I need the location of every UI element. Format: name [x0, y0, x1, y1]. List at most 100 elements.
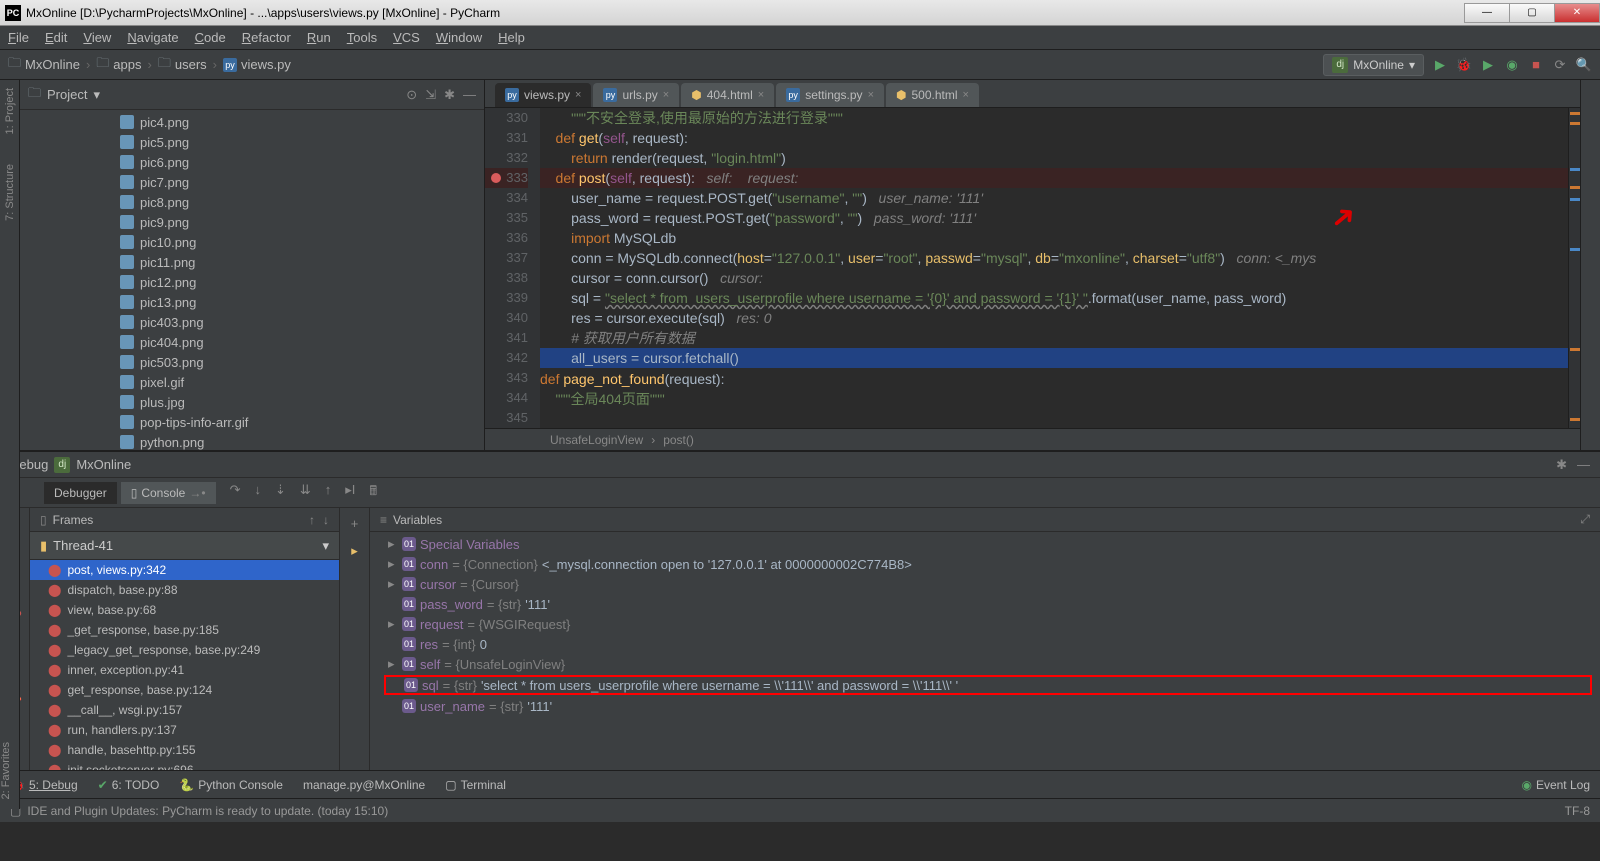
tree-file[interactable]: pic4.png [20, 112, 484, 132]
run-config-selector[interactable]: dj MxOnline ▾ [1323, 54, 1424, 76]
frame-item[interactable]: ⬤handle, basehttp.py:155 [30, 740, 339, 760]
maximize-button[interactable]: ▢ [1509, 3, 1555, 23]
debug-button[interactable]: 🐞 [1456, 57, 1472, 73]
frame-item[interactable]: ⬤post, views.py:342 [30, 560, 339, 580]
next-frame-icon[interactable]: ↓ [323, 513, 329, 527]
gear-icon[interactable]: ✱ [1556, 457, 1567, 473]
tab-500.html[interactable]: ⬢500.html× [886, 83, 979, 107]
breadcrumb-item[interactable]: 🗀users [158, 54, 207, 76]
variable-item[interactable]: ▸01 cursor = {Cursor} [370, 574, 1600, 594]
menu-tools[interactable]: Tools [347, 30, 377, 45]
variables-list[interactable]: ▸01 Special Variables▸01 conn = {Connect… [370, 532, 1600, 762]
stop-button[interactable]: ■ [1528, 57, 1544, 73]
tree-file[interactable]: pic9.png [20, 212, 484, 232]
tree-file[interactable]: pic6.png [20, 152, 484, 172]
tree-file[interactable]: plus.jpg [20, 392, 484, 412]
restore-icon[interactable]: ⤢ [1580, 512, 1590, 527]
bottombar-debug[interactable]: 🐞5: Debug [10, 778, 78, 792]
rail-project[interactable]: 1: Project [4, 88, 16, 134]
rail-structure[interactable]: 7: Structure [4, 164, 16, 221]
run-to-cursor-icon[interactable]: ▸I [345, 482, 355, 504]
tree-file[interactable]: python.png [20, 432, 484, 450]
search-everywhere-button[interactable]: 🔍 [1576, 57, 1592, 73]
tab-urls.py[interactable]: pyurls.py× [593, 83, 679, 107]
run-button[interactable]: ▶ [1432, 57, 1448, 73]
menu-edit[interactable]: Edit [45, 30, 67, 45]
variable-item[interactable]: ▸01 Special Variables [370, 534, 1600, 554]
prev-frame-icon[interactable]: ↑ [309, 513, 315, 527]
variable-item[interactable]: 01 user_name = {str} '111' [370, 696, 1600, 716]
frame-item[interactable]: ⬤get_response, base.py:124 [30, 680, 339, 700]
profile-button[interactable]: ◉ [1504, 57, 1520, 73]
console-tab[interactable]: ▯Console→• [121, 482, 216, 504]
hide-icon[interactable]: — [463, 87, 476, 103]
tree-file[interactable]: pic7.png [20, 172, 484, 192]
tab-views.py[interactable]: pyviews.py× [495, 83, 591, 107]
update-button[interactable]: ⟳ [1552, 57, 1568, 73]
tree-file[interactable]: pop-tips-info-arr.gif [20, 412, 484, 432]
code-editor[interactable]: """不安全登录,使用最原始的方法进行登录""" def get(self, r… [540, 108, 1568, 428]
close-button[interactable]: ✕ [1554, 3, 1600, 23]
menu-code[interactable]: Code [195, 30, 226, 45]
step-out-icon[interactable]: ↑ [325, 482, 332, 504]
tree-file[interactable]: pic503.png [20, 352, 484, 372]
tree-file[interactable]: pic404.png [20, 332, 484, 352]
step-into-icon[interactable]: ↓ [254, 482, 261, 504]
thread-selector[interactable]: ▮ Thread-41 ▾ [30, 532, 339, 560]
frame-item[interactable]: ⬤view, base.py:68 [30, 600, 339, 620]
minimize-button[interactable]: — [1464, 3, 1510, 23]
locate-icon[interactable]: ⊙ [406, 87, 417, 103]
variable-item[interactable]: 01 pass_word = {str} '111' [370, 594, 1600, 614]
frame-item[interactable]: ⬤_get_response, base.py:185 [30, 620, 339, 640]
debugger-tab[interactable]: Debugger [44, 482, 117, 504]
tree-file[interactable]: pic10.png [20, 232, 484, 252]
tree-file[interactable]: pic403.png [20, 312, 484, 332]
add-watch-icon[interactable]: + [351, 516, 359, 531]
breadcrumb-item[interactable]: 🗀apps [96, 54, 141, 76]
menu-vcs[interactable]: VCS [393, 30, 420, 45]
menu-refactor[interactable]: Refactor [242, 30, 291, 45]
variable-item[interactable]: 01 res = {int} 0 [370, 634, 1600, 654]
frame-item[interactable]: ⬤inner, exception.py:41 [30, 660, 339, 680]
menu-file[interactable]: File [8, 30, 29, 45]
tree-file[interactable]: pic8.png [20, 192, 484, 212]
editor-gutter[interactable]: 3303313323333343353363373383393403413423… [485, 108, 540, 428]
bottombar-eventlog[interactable]: ◉Event Log [1521, 778, 1590, 792]
step-into-my-icon[interactable]: ⇣ [275, 482, 286, 504]
bottombar-terminal[interactable]: ▢Terminal [445, 778, 506, 792]
frames-list[interactable]: ⬤post, views.py:342⬤dispatch, base.py:88… [30, 560, 339, 770]
bottombar-todo[interactable]: ✔6: TODO [98, 778, 160, 792]
step-over-icon[interactable]: ↷ [230, 482, 241, 504]
collapse-icon[interactable]: ⇲ [425, 87, 436, 103]
rail-favorites[interactable]: 2: Favorites [0, 742, 19, 799]
bc-class[interactable]: UnsafeLoginView [550, 433, 643, 447]
evaluate-icon[interactable]: 🖩 [369, 482, 377, 504]
tree-file[interactable]: pic12.png [20, 272, 484, 292]
bottombar-pyconsole[interactable]: 🐍Python Console [179, 778, 283, 792]
variable-item[interactable]: ▸01 self = {UnsafeLoginView} [370, 654, 1600, 674]
tree-file[interactable]: pixel.gif [20, 372, 484, 392]
bottombar-manage[interactable]: manage.py@MxOnline [303, 778, 425, 792]
marker-strip[interactable] [1568, 108, 1580, 428]
frame-item[interactable]: ⬤dispatch, base.py:88 [30, 580, 339, 600]
variable-item[interactable]: 01 sql = {str} 'select * from users_user… [384, 675, 1592, 695]
frame-item[interactable]: ⬤_legacy_get_response, base.py:249 [30, 640, 339, 660]
menu-navigate[interactable]: Navigate [127, 30, 178, 45]
settings-icon[interactable]: ✱ [444, 87, 455, 103]
frame-item[interactable]: ⬤init socketserver py:696 [30, 760, 339, 770]
breadcrumb-item[interactable]: 🗀MxOnline [8, 54, 80, 76]
coverage-button[interactable]: ▶ [1480, 57, 1496, 73]
tab-settings.py[interactable]: pysettings.py× [776, 83, 884, 107]
variable-item[interactable]: ▸01 request = {WSGIRequest} [370, 614, 1600, 634]
chevron-down-icon[interactable]: ▾ [93, 87, 100, 103]
frame-item[interactable]: ⬤__call__, wsgi.py:157 [30, 700, 339, 720]
tab-404.html[interactable]: ⬢404.html× [681, 83, 774, 107]
bc-method[interactable]: post() [663, 433, 694, 447]
hide-icon[interactable]: — [1577, 457, 1590, 473]
breadcrumb-item[interactable]: pyviews.py [223, 57, 291, 72]
menu-run[interactable]: Run [307, 30, 331, 45]
tree-file[interactable]: pic11.png [20, 252, 484, 272]
force-step-icon[interactable]: ⇊ [300, 482, 311, 504]
frame-item[interactable]: ⬤run, handlers.py:137 [30, 720, 339, 740]
variable-item[interactable]: ▸01 conn = {Connection} <_mysql.connecti… [370, 554, 1600, 574]
